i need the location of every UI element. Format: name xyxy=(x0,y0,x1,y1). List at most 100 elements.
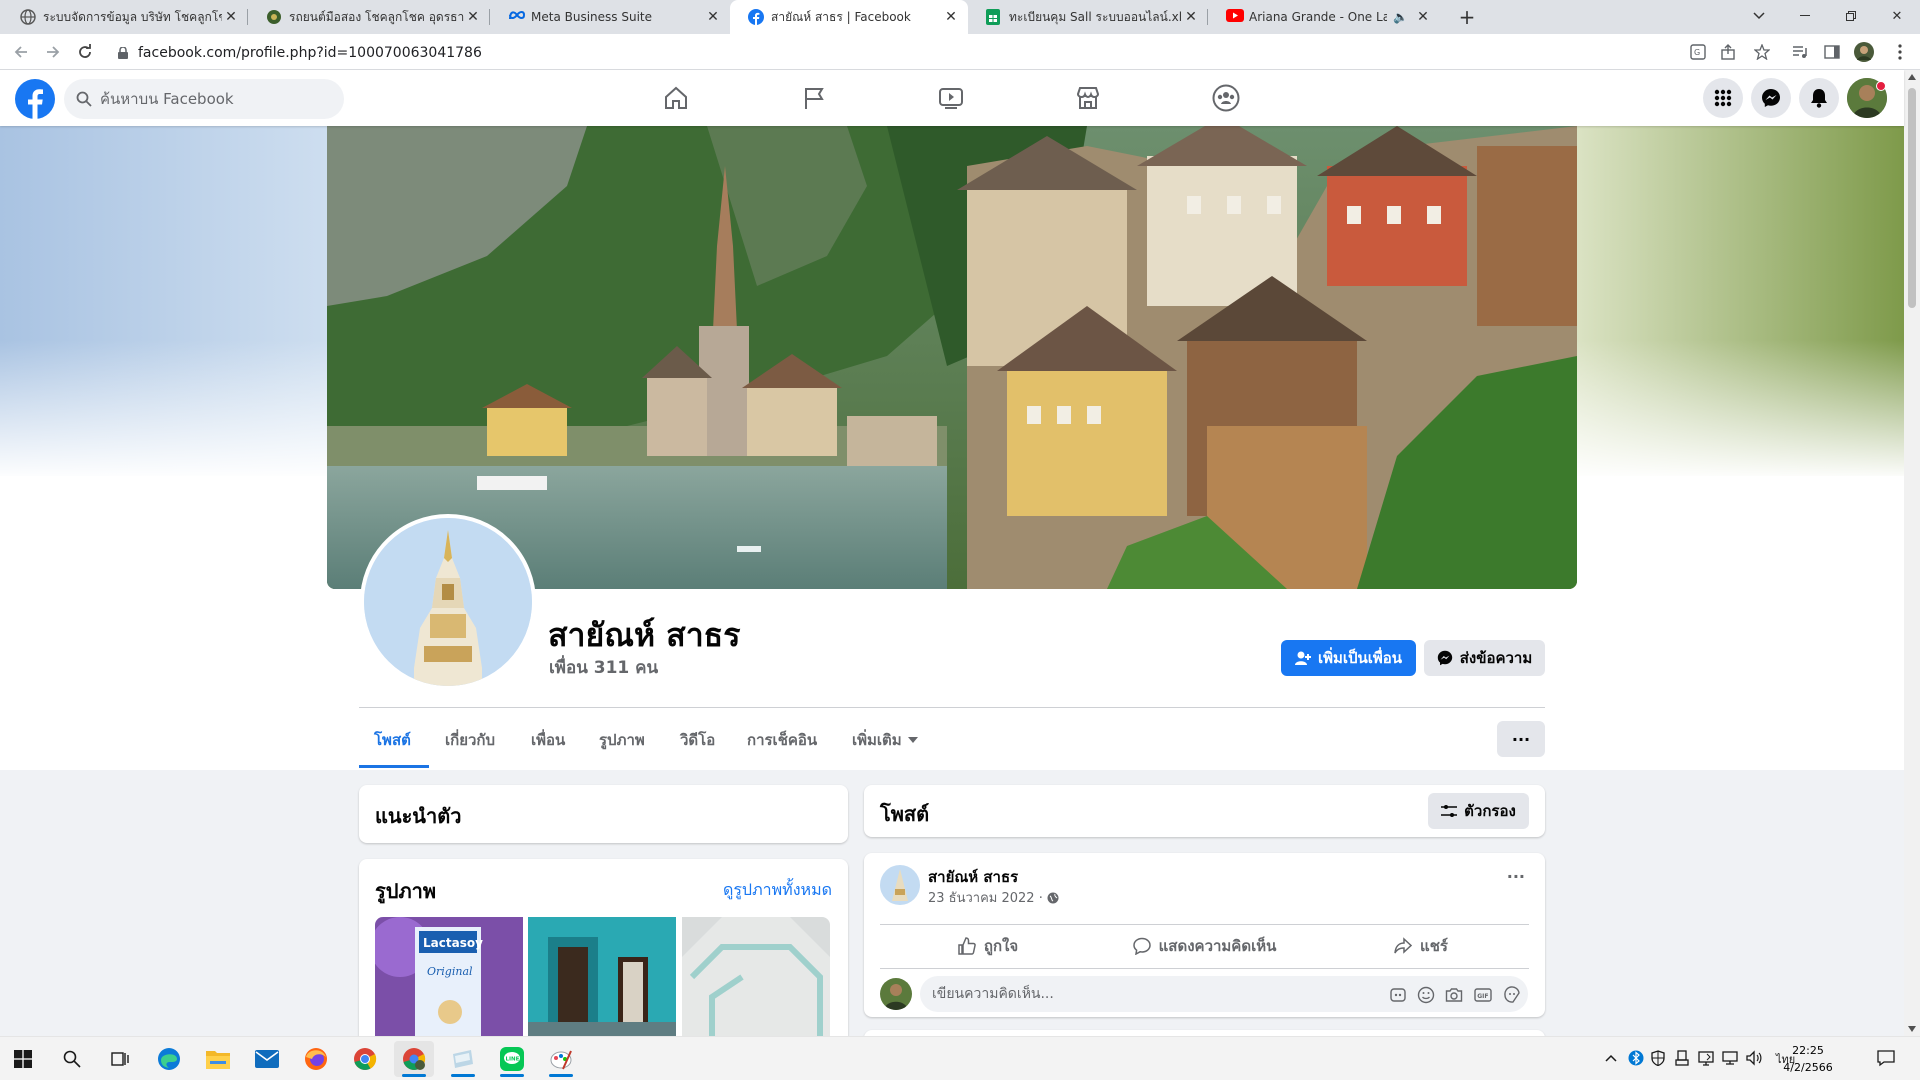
security-shield-icon[interactable] xyxy=(1650,1050,1666,1066)
tray-overflow-icon[interactable] xyxy=(1603,1050,1619,1066)
close-icon[interactable]: ✕ xyxy=(1414,8,1432,26)
url-text[interactable]: facebook.com/profile.php?id=100070063041… xyxy=(138,45,482,61)
taskbar-search-button[interactable] xyxy=(52,1041,92,1077)
taskbar-firefox[interactable] xyxy=(296,1041,336,1077)
profile-picture[interactable] xyxy=(360,514,536,690)
volume-icon[interactable] xyxy=(1746,1050,1762,1066)
tab-posts[interactable]: โพสต์ xyxy=(374,712,411,768)
add-friend-button[interactable]: เพิ่มเป็นเพื่อน xyxy=(1281,640,1416,676)
sticker-icon[interactable] xyxy=(1503,986,1521,1004)
task-view-button[interactable] xyxy=(100,1041,140,1077)
side-panel-icon[interactable] xyxy=(1822,42,1842,62)
messenger-button[interactable] xyxy=(1751,78,1791,118)
comment-input[interactable]: เขียนความคิดเห็น... xyxy=(920,976,1528,1012)
minimize-button[interactable] xyxy=(1782,0,1828,32)
taskbar-paint[interactable] xyxy=(541,1041,581,1077)
taskbar-clock[interactable]: 22:25 4/2/2566 xyxy=(1768,1042,1848,1076)
close-icon[interactable]: ✕ xyxy=(1182,8,1200,26)
close-icon[interactable]: ✕ xyxy=(464,8,482,26)
close-icon[interactable]: ✕ xyxy=(222,8,240,26)
send-message-button[interactable]: ส่งข้อความ xyxy=(1424,640,1545,676)
taskbar-notes-app[interactable] xyxy=(443,1041,483,1077)
close-icon[interactable]: ✕ xyxy=(942,8,960,26)
like-button[interactable]: ถูกใจ xyxy=(880,924,1096,968)
menu-grid-button[interactable] xyxy=(1703,78,1743,118)
taskbar-line[interactable]: LINE xyxy=(492,1041,532,1077)
start-button[interactable] xyxy=(3,1041,43,1077)
notification-center-icon[interactable] xyxy=(1877,1049,1895,1067)
usb-device-icon[interactable] xyxy=(1674,1050,1690,1066)
forward-button[interactable] xyxy=(40,39,66,65)
network-icon[interactable] xyxy=(1722,1050,1738,1066)
browser-tab[interactable]: รถยนต์มือสอง โชคลูกโชค อุดรธานี ✕ xyxy=(248,0,490,34)
browser-tab[interactable]: Ariana Grande - One Last Time 🔈 ✕ xyxy=(1208,0,1440,34)
taskbar-chrome-profile[interactable] xyxy=(394,1041,434,1077)
photo-thumbnail[interactable] xyxy=(682,917,830,1039)
browser-tab[interactable]: Meta Business Suite ✕ xyxy=(490,0,730,34)
close-icon[interactable]: ✕ xyxy=(704,8,722,26)
bookmark-star-icon[interactable] xyxy=(1752,42,1772,62)
browser-tab[interactable]: ทะเบียนคุม Sall ระบบออนไลน์.xlsx - Googl… xyxy=(968,0,1208,34)
media-control-icon[interactable] xyxy=(1790,42,1810,62)
new-tab-button[interactable]: + xyxy=(1456,6,1478,28)
tab-search-icon[interactable] xyxy=(1736,0,1782,32)
nav-groups[interactable] xyxy=(1170,70,1282,126)
post-date[interactable]: 23 ธันวาคม 2022 · xyxy=(928,887,1043,908)
cover-photo[interactable] xyxy=(327,126,1577,589)
gif-icon[interactable]: GIF xyxy=(1474,986,1492,1004)
browser-tab[interactable]: ระบบจัดการข้อมูล บริษัท โชคลูกโชค อุดรธา… xyxy=(2,0,248,34)
post-options-button[interactable]: ··· xyxy=(1507,867,1525,886)
browser-tab-active[interactable]: สายัณห์ สาธร | Facebook ✕ xyxy=(730,0,968,34)
tab-friends[interactable]: เพื่อน xyxy=(531,712,565,768)
tab-checkins[interactable]: การเช็คอิน xyxy=(747,712,817,768)
taskbar-mail[interactable] xyxy=(247,1041,287,1077)
profile-more-options-button[interactable]: ··· xyxy=(1497,721,1545,757)
see-all-photos-link[interactable]: ดูรูปภาพทั้งหมด xyxy=(723,878,832,903)
nav-pages[interactable] xyxy=(758,70,870,126)
scrollbar-thumb[interactable] xyxy=(1908,88,1916,308)
taskbar-edge[interactable] xyxy=(149,1041,189,1077)
share-button[interactable]: แชร์ xyxy=(1313,924,1529,968)
taskbar-chrome[interactable] xyxy=(345,1041,385,1077)
profile-avatar-icon[interactable] xyxy=(1854,42,1874,62)
display-icon[interactable] xyxy=(1698,1050,1714,1066)
share-icon[interactable] xyxy=(1718,42,1738,62)
reload-button[interactable] xyxy=(72,39,98,65)
scroll-down-arrow[interactable] xyxy=(1908,1026,1916,1032)
tab-more[interactable]: เพิ่มเติม xyxy=(852,712,918,768)
comment-button[interactable]: แสดงความคิดเห็น xyxy=(1096,924,1313,968)
commenter-avatar[interactable] xyxy=(880,978,912,1010)
tab-about[interactable]: เกี่ยวกับ xyxy=(445,712,495,768)
post-author-name[interactable]: สายัณห์ สาธร xyxy=(928,865,1018,889)
filter-button[interactable]: ตัวกรอง xyxy=(1428,793,1529,829)
facebook-search[interactable] xyxy=(64,79,344,119)
notifications-button[interactable] xyxy=(1799,78,1839,118)
scroll-up-arrow[interactable] xyxy=(1908,74,1916,80)
back-button[interactable] xyxy=(8,39,34,65)
search-input[interactable] xyxy=(100,90,300,108)
post-author-avatar[interactable] xyxy=(880,865,920,905)
nav-watch[interactable] xyxy=(895,70,1007,126)
close-window-button[interactable]: ✕ xyxy=(1874,0,1920,32)
speaker-icon[interactable]: 🔈 xyxy=(1393,10,1408,24)
photo-thumbnail[interactable]: Lactasoy Original xyxy=(375,917,523,1039)
lock-icon[interactable] xyxy=(118,46,128,59)
facebook-logo-icon[interactable] xyxy=(15,79,55,119)
url-bar[interactable]: facebook.com/profile.php?id=100070063041… xyxy=(108,39,1686,66)
nav-home[interactable] xyxy=(620,70,732,126)
restore-button[interactable] xyxy=(1828,0,1874,32)
page-scrollbar[interactable] xyxy=(1904,70,1920,1036)
avatar-sticker-icon[interactable] xyxy=(1389,986,1407,1004)
translate-icon[interactable]: G xyxy=(1688,42,1708,62)
photo-thumbnail[interactable] xyxy=(528,917,676,1039)
bluetooth-icon[interactable] xyxy=(1628,1050,1644,1066)
nav-marketplace[interactable] xyxy=(1032,70,1144,126)
friend-count[interactable]: เพื่อน 311 คน xyxy=(549,654,658,681)
tab-videos[interactable]: วิดีโอ xyxy=(680,712,715,768)
camera-icon[interactable] xyxy=(1445,986,1463,1004)
tab-photos[interactable]: รูปภาพ xyxy=(599,712,645,768)
emoji-icon[interactable] xyxy=(1417,986,1435,1004)
taskbar-file-explorer[interactable] xyxy=(198,1041,238,1077)
menu-icon[interactable] xyxy=(1890,42,1910,62)
mail-icon xyxy=(255,1050,279,1068)
